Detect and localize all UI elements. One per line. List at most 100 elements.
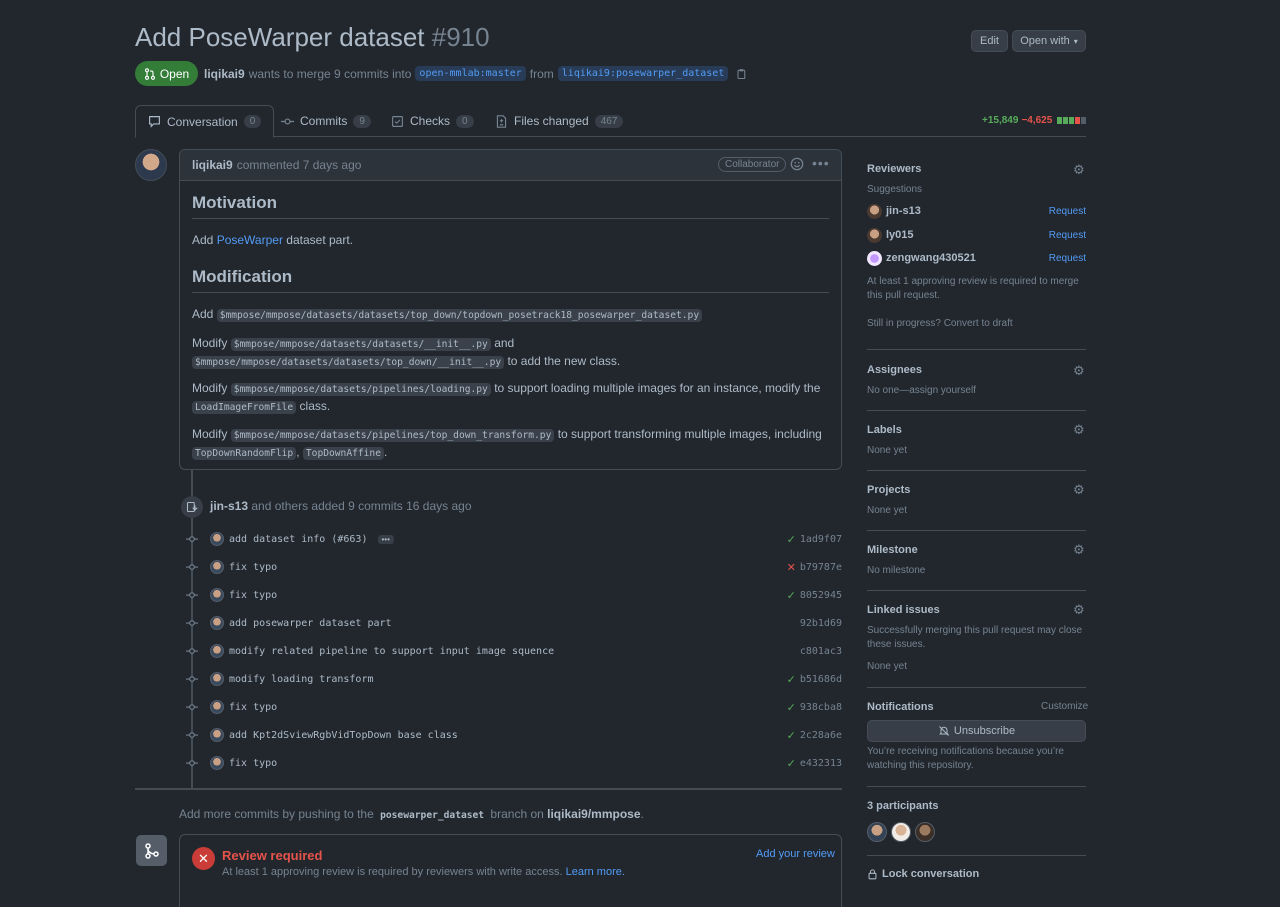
assignees-gear-icon[interactable]: ⚙ xyxy=(1073,363,1085,379)
commit-author-avatar[interactable] xyxy=(210,616,224,630)
participant-avatar[interactable] xyxy=(867,822,887,842)
comment-author-avatar[interactable] xyxy=(135,149,167,181)
edit-button[interactable]: Edit xyxy=(971,30,1008,52)
participant-avatar[interactable] xyxy=(915,822,935,842)
tab-commits-count: 9 xyxy=(353,114,371,128)
x-icon[interactable]: ✕ xyxy=(787,561,796,574)
tab-files-changed[interactable]: Files changed 467 xyxy=(483,105,635,137)
comment-header: liqikai9 commented 7 days ago Collaborat… xyxy=(180,150,841,181)
event-actor[interactable]: jin-s13 xyxy=(210,499,248,513)
unsubscribe-button[interactable]: Unsubscribe xyxy=(867,720,1086,742)
reviewers-gear-icon[interactable]: ⚙ xyxy=(1073,162,1085,178)
learn-more-link[interactable]: Learn more. xyxy=(566,866,625,878)
commit-sha[interactable]: c801ac3 xyxy=(800,646,842,657)
commit-status: c801ac3 xyxy=(800,646,842,657)
open-with-button[interactable]: Open with ▾ xyxy=(1012,30,1086,52)
commit-sha[interactable]: b51686d xyxy=(800,674,842,685)
commit-sha[interactable]: 8052945 xyxy=(800,590,842,601)
customize-link[interactable]: Customize xyxy=(1041,701,1088,712)
commit-author-avatar[interactable] xyxy=(210,756,224,770)
commit-message[interactable]: add Kpt2dSviewRgbVidTopDown base class xyxy=(229,730,458,741)
commit-status: 92b1d69 xyxy=(800,618,842,629)
assignees-title[interactable]: Assignees xyxy=(867,364,922,376)
commit-message[interactable]: add dataset info ( xyxy=(229,534,337,545)
commit-node-icon xyxy=(186,589,198,601)
commit-issue-link[interactable]: #663 xyxy=(337,534,361,545)
bell-slash-icon xyxy=(938,726,949,736)
commit-message[interactable]: modify loading transform xyxy=(229,674,374,685)
comment-action[interactable]: commented 7 days ago xyxy=(237,158,362,172)
reviewers-note: At least 1 approving review is required … xyxy=(867,276,1079,301)
push-message: Add more commits by pushing to the posew… xyxy=(179,807,644,821)
para-modify-loading: Modify $mmpose/mmpose/datasets/pipelines… xyxy=(192,380,829,416)
commit-author-avatar[interactable] xyxy=(210,728,224,742)
commit-author-avatar[interactable] xyxy=(210,672,224,686)
convert-to-draft-link[interactable]: Still in progress? Convert to draft xyxy=(867,317,1087,331)
labels-value: None yet xyxy=(867,445,908,456)
check-icon[interactable]: ✓ xyxy=(787,673,796,686)
expand-commit-button[interactable]: ••• xyxy=(377,534,394,544)
commit-author-avatar[interactable] xyxy=(210,560,224,574)
milestone-title[interactable]: Milestone xyxy=(867,544,918,556)
tab-checks[interactable]: Checks 0 xyxy=(379,105,486,137)
commit-message[interactable]: fix typo xyxy=(229,590,277,601)
pull-request-icon xyxy=(144,67,155,80)
commit-node-icon xyxy=(186,757,198,769)
milestone-gear-icon[interactable]: ⚙ xyxy=(1073,542,1085,558)
kebab-menu-icon[interactable]: ••• xyxy=(812,155,830,171)
comment-author[interactable]: liqikai9 xyxy=(192,158,233,172)
request-review-button[interactable]: Request xyxy=(1049,230,1086,241)
check-icon[interactable]: ✓ xyxy=(787,757,796,770)
commit-sha[interactable]: 92b1d69 xyxy=(800,618,842,629)
base-branch[interactable]: open-mmlab:master xyxy=(415,66,526,81)
tab-conversation[interactable]: Conversation 0 xyxy=(135,105,275,138)
pr-author-link[interactable]: liqikai9 xyxy=(204,67,245,81)
copy-icon[interactable] xyxy=(735,68,747,80)
projects-gear-icon[interactable]: ⚙ xyxy=(1073,482,1085,498)
commit-author-avatar[interactable] xyxy=(210,700,224,714)
push-repo-link[interactable]: liqikai9/mmpose xyxy=(547,807,640,821)
add-review-link[interactable]: Add your review xyxy=(756,848,835,860)
commit-sha[interactable]: b79787e xyxy=(800,562,842,573)
smiley-icon[interactable] xyxy=(790,157,804,174)
commit-author-avatar[interactable] xyxy=(210,532,224,546)
reviewers-title[interactable]: Reviewers xyxy=(867,163,921,175)
reviewer-name[interactable]: ly015 xyxy=(886,229,914,241)
posewarper-link[interactable]: PoseWarper xyxy=(217,233,283,247)
lock-icon xyxy=(868,869,877,880)
linked-issues-gear-icon[interactable]: ⚙ xyxy=(1073,602,1085,618)
commit-message[interactable]: modify related pipeline to support input… xyxy=(229,646,554,657)
commit-message[interactable]: add posewarper dataset part xyxy=(229,618,392,629)
commit-message[interactable]: fix typo xyxy=(229,562,277,573)
reviewer-name[interactable]: zengwang430521 xyxy=(886,252,976,264)
commit-author-avatar[interactable] xyxy=(210,588,224,602)
projects-title[interactable]: Projects xyxy=(867,484,910,496)
assignees-value[interactable]: No one—assign yourself xyxy=(867,384,1087,398)
commit-message[interactable]: fix typo xyxy=(229,702,277,713)
head-branch[interactable]: liqikai9:posewarper_dataset xyxy=(557,66,729,81)
commit-author-avatar[interactable] xyxy=(210,644,224,658)
commit-status: ✓ 2c28a6e xyxy=(787,729,842,742)
request-review-button[interactable]: Request xyxy=(1049,206,1086,217)
labels-gear-icon[interactable]: ⚙ xyxy=(1073,422,1085,438)
linked-issues-title[interactable]: Linked issues xyxy=(867,604,940,616)
tab-commits[interactable]: Commits 9 xyxy=(269,105,383,137)
commit-icon xyxy=(281,117,294,125)
commit-sha[interactable]: e432313 xyxy=(800,758,842,769)
check-icon[interactable]: ✓ xyxy=(787,589,796,602)
sidebar-divider xyxy=(867,349,1086,350)
commit-message[interactable]: fix typo xyxy=(229,758,277,769)
check-icon[interactable]: ✓ xyxy=(787,533,796,546)
sidebar-divider xyxy=(867,470,1086,471)
commit-sha[interactable]: 938cba8 xyxy=(800,702,842,713)
commit-sha[interactable]: 1ad9f07 xyxy=(800,534,842,545)
commit-sha[interactable]: 2c28a6e xyxy=(800,730,842,741)
participant-avatar[interactable] xyxy=(891,822,911,842)
reviewer-name[interactable]: jin-s13 xyxy=(886,205,921,217)
p1-pre: Add xyxy=(192,307,214,321)
request-review-button[interactable]: Request xyxy=(1049,253,1086,264)
labels-title[interactable]: Labels xyxy=(867,424,902,436)
lock-conversation-button[interactable]: Lock conversation xyxy=(867,868,979,880)
check-icon[interactable]: ✓ xyxy=(787,729,796,742)
check-icon[interactable]: ✓ xyxy=(787,701,796,714)
